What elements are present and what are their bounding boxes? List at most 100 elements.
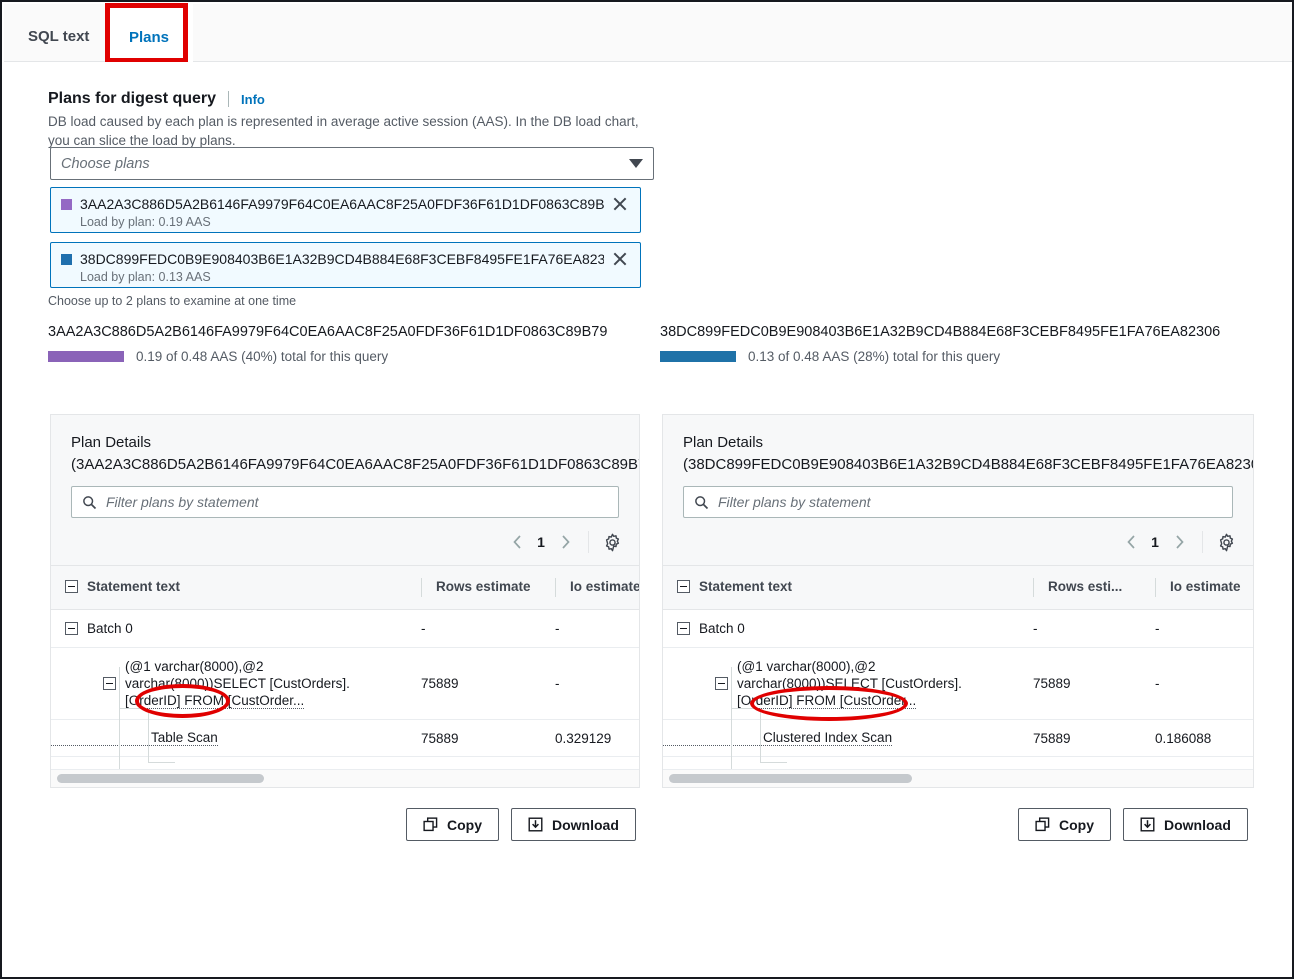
aas-summary: 0.13 of 0.48 AAS (28%) total for this qu… bbox=[748, 349, 1000, 364]
close-icon[interactable] bbox=[610, 194, 630, 214]
download-icon bbox=[528, 817, 543, 832]
selected-plan-token[interactable]: 3AA2A3C886D5A2B6146FA9979F64C0EA6AAC8F25… bbox=[50, 187, 641, 233]
plan-actions-left: Copy Download bbox=[406, 808, 636, 841]
panel-hash: (38DC899FEDC0B9E908403B6E1A32B9CD4B884E6… bbox=[683, 454, 1233, 476]
chevron-left-icon bbox=[1127, 535, 1136, 549]
plan-color-swatch bbox=[61, 199, 72, 210]
statement-line: [OrderID] FROM [CustOrder... bbox=[125, 693, 304, 709]
cell-io-estimate: 0.186088 bbox=[1155, 720, 1254, 757]
plan-column-left: 3AA2A3C886D5A2B6146FA9979F64C0EA6AAC8F25… bbox=[48, 324, 642, 362]
copy-button[interactable]: Copy bbox=[1018, 808, 1111, 841]
expander-icon[interactable] bbox=[103, 677, 116, 690]
copy-label: Copy bbox=[1059, 817, 1094, 833]
filter-input-wrapper[interactable]: Filter plans by statement bbox=[71, 486, 619, 518]
plan-details-panel-right: Plan Details (38DC899FEDC0B9E908403B6E1A… bbox=[662, 414, 1254, 788]
table-header-row: Statement text Rows estimate Io estimate bbox=[51, 566, 640, 610]
statement-label: (@1 varchar(8000),@2 varchar(8000))SELEC… bbox=[125, 658, 350, 709]
tree-line bbox=[731, 667, 732, 785]
table-row[interactable]: Table Scan 75889 0.329129 bbox=[51, 720, 640, 757]
copy-icon bbox=[1035, 817, 1050, 832]
filter-input-wrapper[interactable]: Filter plans by statement bbox=[683, 486, 1233, 518]
column-header-rows-estimate[interactable]: Rows estimate bbox=[421, 566, 555, 610]
cell-statement-text: (@1 varchar(8000),@2 varchar(8000))SELEC… bbox=[663, 648, 1033, 720]
scrollbar-thumb[interactable] bbox=[57, 774, 264, 783]
prev-page-button[interactable] bbox=[1118, 529, 1144, 555]
search-icon bbox=[694, 495, 709, 510]
statement-line: varchar(8000))SELECT [CustOrders]. bbox=[125, 676, 350, 691]
aas-summary: 0.19 of 0.48 AAS (40%) total for this qu… bbox=[136, 349, 388, 364]
statement-label: (@1 varchar(8000),@2 varchar(8000))SELEC… bbox=[737, 658, 962, 709]
expander-icon[interactable] bbox=[715, 677, 728, 690]
cell-statement-text: (@1 varchar(8000),@2 varchar(8000))SELEC… bbox=[51, 648, 421, 720]
horizontal-scrollbar[interactable] bbox=[51, 769, 639, 787]
cell-io-estimate: 0.329129 bbox=[555, 720, 640, 757]
panel-header: Plan Details (38DC899FEDC0B9E908403B6E1A… bbox=[663, 415, 1253, 565]
tree-line bbox=[148, 762, 175, 763]
cell-io-estimate: - bbox=[1155, 648, 1254, 720]
prev-page-button[interactable] bbox=[504, 529, 530, 555]
cell-statement-text: Clustered Index Scan bbox=[663, 720, 1033, 757]
plan-actions-right: Copy Download bbox=[1018, 808, 1248, 841]
download-label: Download bbox=[552, 817, 619, 833]
column-label: Io estimate bbox=[1170, 579, 1241, 594]
pagination: 1 bbox=[504, 527, 625, 557]
column-label: Statement text bbox=[699, 579, 792, 594]
choose-plans-placeholder: Choose plans bbox=[61, 156, 629, 172]
statement-line: (@1 varchar(8000),@2 bbox=[125, 659, 263, 674]
statement-label: Batch 0 bbox=[699, 620, 745, 637]
tree-line bbox=[148, 708, 149, 763]
horizontal-scrollbar[interactable] bbox=[663, 769, 1253, 787]
table-row[interactable]: Clustered Index Scan 75889 0.186088 bbox=[663, 720, 1254, 757]
cell-rows-estimate: 75889 bbox=[421, 648, 555, 720]
selected-plan-token[interactable]: 38DC899FEDC0B9E908403B6E1A32B9CD4B884E68… bbox=[50, 242, 641, 288]
plan-load-label: Load by plan: 0.19 AAS bbox=[80, 215, 630, 229]
current-page-number: 1 bbox=[1144, 534, 1166, 550]
settings-button[interactable] bbox=[1213, 529, 1239, 555]
table-row[interactable]: Batch 0 - - bbox=[51, 610, 640, 648]
collapse-all-icon[interactable] bbox=[65, 580, 78, 593]
settings-button[interactable] bbox=[599, 529, 625, 555]
collapse-all-icon[interactable] bbox=[677, 580, 690, 593]
download-button[interactable]: Download bbox=[511, 808, 636, 841]
column-header-statement-text[interactable]: Statement text bbox=[663, 566, 1033, 610]
expander-icon[interactable] bbox=[677, 622, 690, 635]
chevron-right-icon bbox=[561, 535, 570, 549]
choose-plans-select[interactable]: Choose plans bbox=[50, 147, 654, 180]
current-page-number: 1 bbox=[530, 534, 552, 550]
column-header-io-estimate[interactable]: Io estimate bbox=[1155, 566, 1254, 610]
copy-button[interactable]: Copy bbox=[406, 808, 499, 841]
next-page-button[interactable] bbox=[1166, 529, 1192, 555]
cell-rows-estimate: 75889 bbox=[1033, 648, 1155, 720]
filter-placeholder: Filter plans by statement bbox=[106, 494, 259, 510]
table-row[interactable]: Batch 0 - - bbox=[663, 610, 1254, 648]
search-icon bbox=[82, 495, 97, 510]
tab-bar: SQL text bbox=[4, 4, 1292, 62]
cell-rows-estimate: - bbox=[1033, 610, 1155, 648]
expander-icon[interactable] bbox=[65, 622, 78, 635]
scrollbar-thumb[interactable] bbox=[669, 774, 912, 783]
next-page-button[interactable] bbox=[552, 529, 578, 555]
tab-sql-text[interactable]: SQL text bbox=[4, 29, 113, 61]
plan-color-swatch bbox=[61, 254, 72, 265]
panel-hash: (3AA2A3C886D5A2B6146FA9979F64C0EA6AAC8F2… bbox=[71, 454, 619, 476]
column-header-rows-estimate[interactable]: Rows esti... bbox=[1033, 566, 1155, 610]
download-icon bbox=[1140, 817, 1155, 832]
info-link[interactable]: Info bbox=[241, 92, 265, 107]
cell-statement-text: Batch 0 bbox=[51, 610, 421, 648]
statement-label: Batch 0 bbox=[87, 620, 133, 637]
statement-line: [OrderID] FROM [CustOrder... bbox=[737, 693, 916, 709]
copy-icon bbox=[423, 817, 438, 832]
statement-line: varchar(8000))SELECT [CustOrders]. bbox=[737, 676, 962, 691]
plan-load-label: Load by plan: 0.13 AAS bbox=[80, 270, 630, 284]
plan-hash-label: 3AA2A3C886D5A2B6146FA9979F64C0EA6AAC8F25… bbox=[80, 196, 604, 212]
download-button[interactable]: Download bbox=[1123, 808, 1248, 841]
column-header-io-estimate[interactable]: Io estimate bbox=[555, 566, 640, 610]
close-icon[interactable] bbox=[610, 249, 630, 269]
download-label: Download bbox=[1164, 817, 1231, 833]
tree-line bbox=[119, 708, 146, 709]
plan-column-right: 38DC899FEDC0B9E908403B6E1A32B9CD4B884E68… bbox=[660, 324, 1254, 362]
plan-details-panel-left: Plan Details (3AA2A3C886D5A2B6146FA9979F… bbox=[50, 414, 640, 788]
page-title: Plans for digest query bbox=[48, 90, 216, 108]
tab-plans[interactable]: Plans bbox=[105, 30, 193, 62]
column-header-statement-text[interactable]: Statement text bbox=[51, 566, 421, 610]
